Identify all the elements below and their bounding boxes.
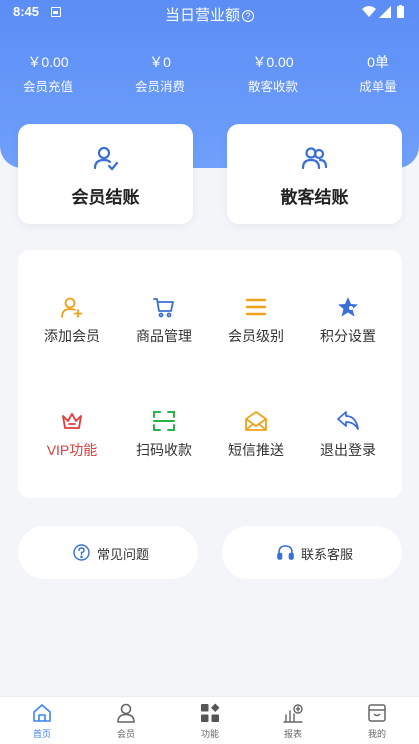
tab-functions-label: 功能 [200, 729, 219, 739]
scan-icon [153, 411, 175, 431]
stat-label: 会员充值 [22, 80, 73, 94]
points-settings-button[interactable]: 积分设置 [300, 296, 396, 364]
logout-label: 退出登录 [320, 442, 376, 458]
contact-support-button[interactable]: 联系客服 [222, 526, 402, 579]
tab-home-label: 首页 [32, 729, 51, 739]
scan-payment-label: 扫码收款 [136, 442, 192, 458]
home-icon [33, 704, 51, 722]
member-level-button[interactable]: 会员级别 [208, 296, 304, 364]
add-user-icon [61, 297, 83, 318]
stat-label: 散客收款 [247, 80, 298, 94]
product-management-button[interactable]: 商品管理 [116, 296, 212, 364]
star-icon [338, 297, 358, 317]
bottom-tab-bar: 首页 会员 功能 报表 我的 [0, 696, 419, 744]
stat-label: 会员消费 [134, 80, 185, 94]
back-arrow-icon [337, 411, 359, 430]
scan-payment-button[interactable]: 扫码收款 [116, 410, 212, 478]
crown-icon [62, 413, 82, 429]
stat-guest-receipts: ￥0.00 散客收款 [228, 52, 318, 95]
stat-value: ￥0.00 [27, 54, 69, 70]
page-title[interactable]: 当日营业额? [0, 4, 419, 25]
guest-checkout-button[interactable]: 散客结账 [227, 124, 402, 224]
tab-reports[interactable]: 报表 [251, 697, 335, 744]
stat-member-spend: ￥0 会员消费 [115, 52, 205, 95]
stat-value: ￥0 [149, 54, 171, 70]
contact-support-label: 联系客服 [301, 547, 354, 562]
stat-order-count: 0单 成单量 [333, 52, 419, 95]
vip-function-label: VIP功能 [46, 442, 98, 458]
tab-home[interactable]: 首页 [0, 697, 84, 744]
guest-checkout-label: 散客结账 [280, 188, 349, 207]
tab-mine[interactable]: 我的 [335, 697, 419, 744]
cart-icon [153, 298, 174, 318]
member-checkout-icon [93, 146, 119, 171]
add-member-button[interactable]: 添加会员 [24, 296, 120, 364]
shop-icon [368, 704, 386, 722]
tab-mine-label: 我的 [367, 729, 386, 739]
guest-checkout-icon [301, 147, 328, 170]
stat-value: 0单 [367, 54, 389, 70]
tab-member-label: 会员 [116, 729, 135, 739]
tab-functions[interactable]: 功能 [168, 697, 252, 744]
sms-push-label: 短信推送 [228, 442, 284, 458]
stats-row: ￥0.00 会员充值 ￥0 会员消费 ￥0.00 散客收款 0单 成单量 [0, 52, 419, 95]
logout-button[interactable]: 退出登录 [300, 410, 396, 478]
add-member-label: 添加会员 [44, 328, 100, 344]
help-icon[interactable]: ? [242, 10, 254, 22]
mail-icon [245, 411, 267, 431]
faq-button[interactable]: 常见问题 [18, 526, 198, 579]
user-icon [117, 703, 135, 723]
vip-function-button[interactable]: VIP功能 [24, 410, 120, 478]
stat-label: 成单量 [359, 80, 397, 94]
sms-push-button[interactable]: 短信推送 [208, 410, 304, 478]
tab-reports-label: 报表 [283, 729, 302, 739]
faq-label: 常见问题 [97, 547, 150, 562]
page-title-text: 当日营业额 [164, 7, 240, 24]
list-icon [245, 298, 267, 316]
product-management-label: 商品管理 [136, 328, 192, 344]
apps-icon [201, 703, 220, 722]
stat-value: ￥0.00 [252, 54, 294, 70]
headset-icon [277, 545, 294, 560]
member-checkout-label: 会员结账 [71, 188, 140, 207]
tab-member[interactable]: 会员 [84, 697, 168, 744]
report-icon [283, 704, 303, 723]
stat-member-recharge: ￥0.00 会员充值 [3, 52, 93, 95]
question-icon [73, 544, 90, 561]
points-settings-label: 积分设置 [320, 328, 376, 344]
member-checkout-button[interactable]: 会员结账 [18, 124, 193, 224]
function-grid: 添加会员 商品管理 会员级别 积分设置 VIP功能 扫码收款 短信推送 退出登录 [18, 250, 402, 498]
member-level-label: 会员级别 [228, 328, 284, 344]
